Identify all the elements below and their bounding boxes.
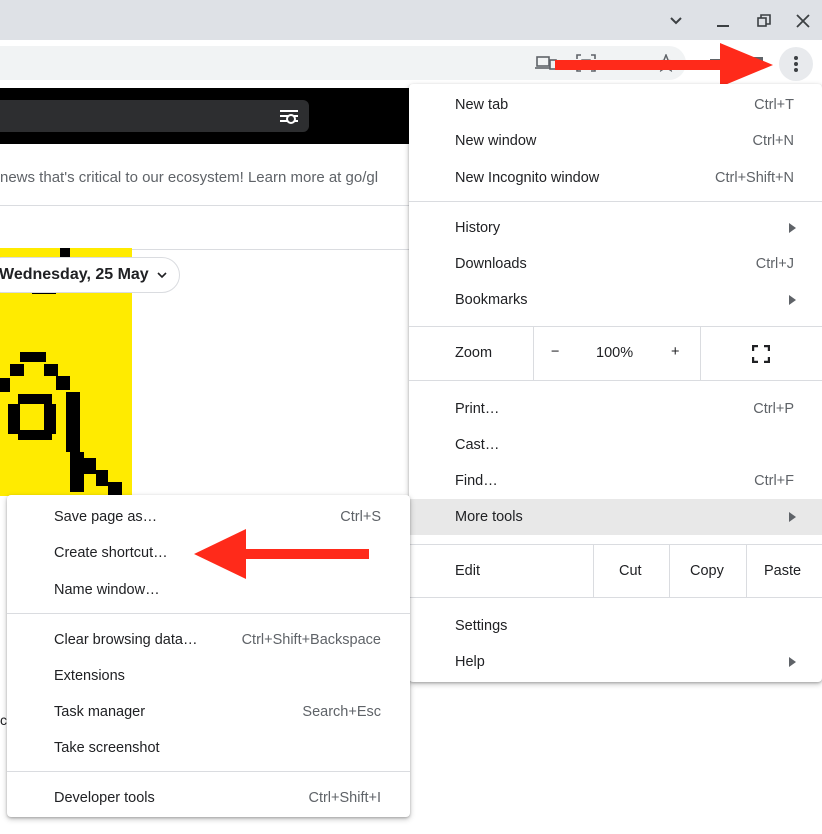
menu-item-find[interactable]: Find… Ctrl+F — [409, 463, 822, 499]
fullscreen-icon[interactable] — [752, 345, 770, 363]
edit-label: Edit — [455, 563, 480, 579]
menu-item-new-incognito[interactable]: New Incognito window Ctrl+Shift+N — [409, 160, 822, 196]
divider — [669, 545, 670, 597]
zoom-out-button[interactable]: − — [551, 344, 559, 360]
restore-icon[interactable] — [750, 8, 778, 34]
menu-item-more-tools[interactable]: More tools — [409, 499, 822, 535]
submenu-arrow-icon — [789, 657, 796, 667]
annotation-arrow-to-menu — [555, 43, 773, 87]
cut-button[interactable]: Cut — [619, 563, 642, 579]
tab-search-chevron-icon[interactable] — [662, 8, 690, 34]
minimize-icon[interactable] — [709, 8, 737, 34]
more-vert-icon — [794, 56, 798, 72]
chrome-main-menu: New tab Ctrl+T New window Ctrl+N New Inc… — [409, 84, 822, 682]
menu-item-settings[interactable]: Settings — [409, 608, 822, 644]
menu-item-task-manager[interactable]: Task manager Search+Esc — [7, 694, 410, 730]
edit-row: Edit Cut Copy Paste — [409, 545, 822, 597]
title-bar — [0, 0, 822, 40]
menu-item-take-screenshot[interactable]: Take screenshot — [7, 730, 410, 766]
date-label: Wednesday, 25 May — [0, 266, 149, 283]
divider — [746, 545, 747, 597]
menu-item-new-tab[interactable]: New tab Ctrl+T — [409, 87, 822, 123]
cast-devices-icon[interactable] — [535, 54, 557, 72]
menu-separator — [7, 771, 410, 772]
submenu-arrow-icon — [789, 223, 796, 233]
zoom-in-button[interactable]: + — [671, 344, 679, 360]
announcement-banner: news that's critical to our ecosystem! L… — [0, 169, 379, 186]
menu-separator — [7, 613, 410, 614]
submenu-arrow-icon — [789, 295, 796, 305]
menu-separator — [409, 201, 822, 202]
menu-item-bookmarks[interactable]: Bookmarks — [409, 282, 822, 318]
menu-item-cast[interactable]: Cast… — [409, 427, 822, 463]
divider — [0, 205, 410, 206]
menu-item-downloads[interactable]: Downloads Ctrl+J — [409, 246, 822, 282]
menu-item-developer-tools[interactable]: Developer tools Ctrl+Shift+I — [7, 780, 410, 816]
divider — [533, 327, 534, 380]
chevron-down-icon — [157, 272, 167, 279]
date-selector[interactable]: Wednesday, 25 May — [0, 257, 180, 293]
chrome-menu-button[interactable] — [779, 47, 813, 81]
paste-button[interactable]: Paste — [764, 563, 801, 579]
page-text-fragment: c — [0, 712, 7, 728]
menu-separator — [409, 380, 822, 381]
annotation-arrow-to-create-shortcut — [194, 529, 369, 579]
zoom-label: Zoom — [455, 345, 493, 361]
menu-item-print[interactable]: Print… Ctrl+P — [409, 391, 822, 427]
search-options-icon[interactable] — [279, 107, 299, 125]
menu-item-history[interactable]: History — [409, 210, 822, 246]
copy-button[interactable]: Copy — [690, 563, 724, 579]
page-search-box[interactable] — [0, 100, 309, 132]
menu-item-new-window[interactable]: New window Ctrl+N — [409, 123, 822, 159]
menu-item-extensions[interactable]: Extensions — [7, 658, 410, 694]
menu-item-help[interactable]: Help — [409, 644, 822, 680]
menu-separator — [409, 597, 822, 598]
zoom-level: 100% — [596, 345, 634, 361]
divider — [593, 545, 594, 597]
menu-item-clear-browsing-data[interactable]: Clear browsing data… Ctrl+Shift+Backspac… — [7, 622, 410, 658]
divider — [700, 327, 701, 380]
zoom-row: Zoom − 100% + — [409, 327, 822, 380]
submenu-arrow-icon — [789, 512, 796, 522]
close-window-icon[interactable] — [789, 8, 817, 34]
